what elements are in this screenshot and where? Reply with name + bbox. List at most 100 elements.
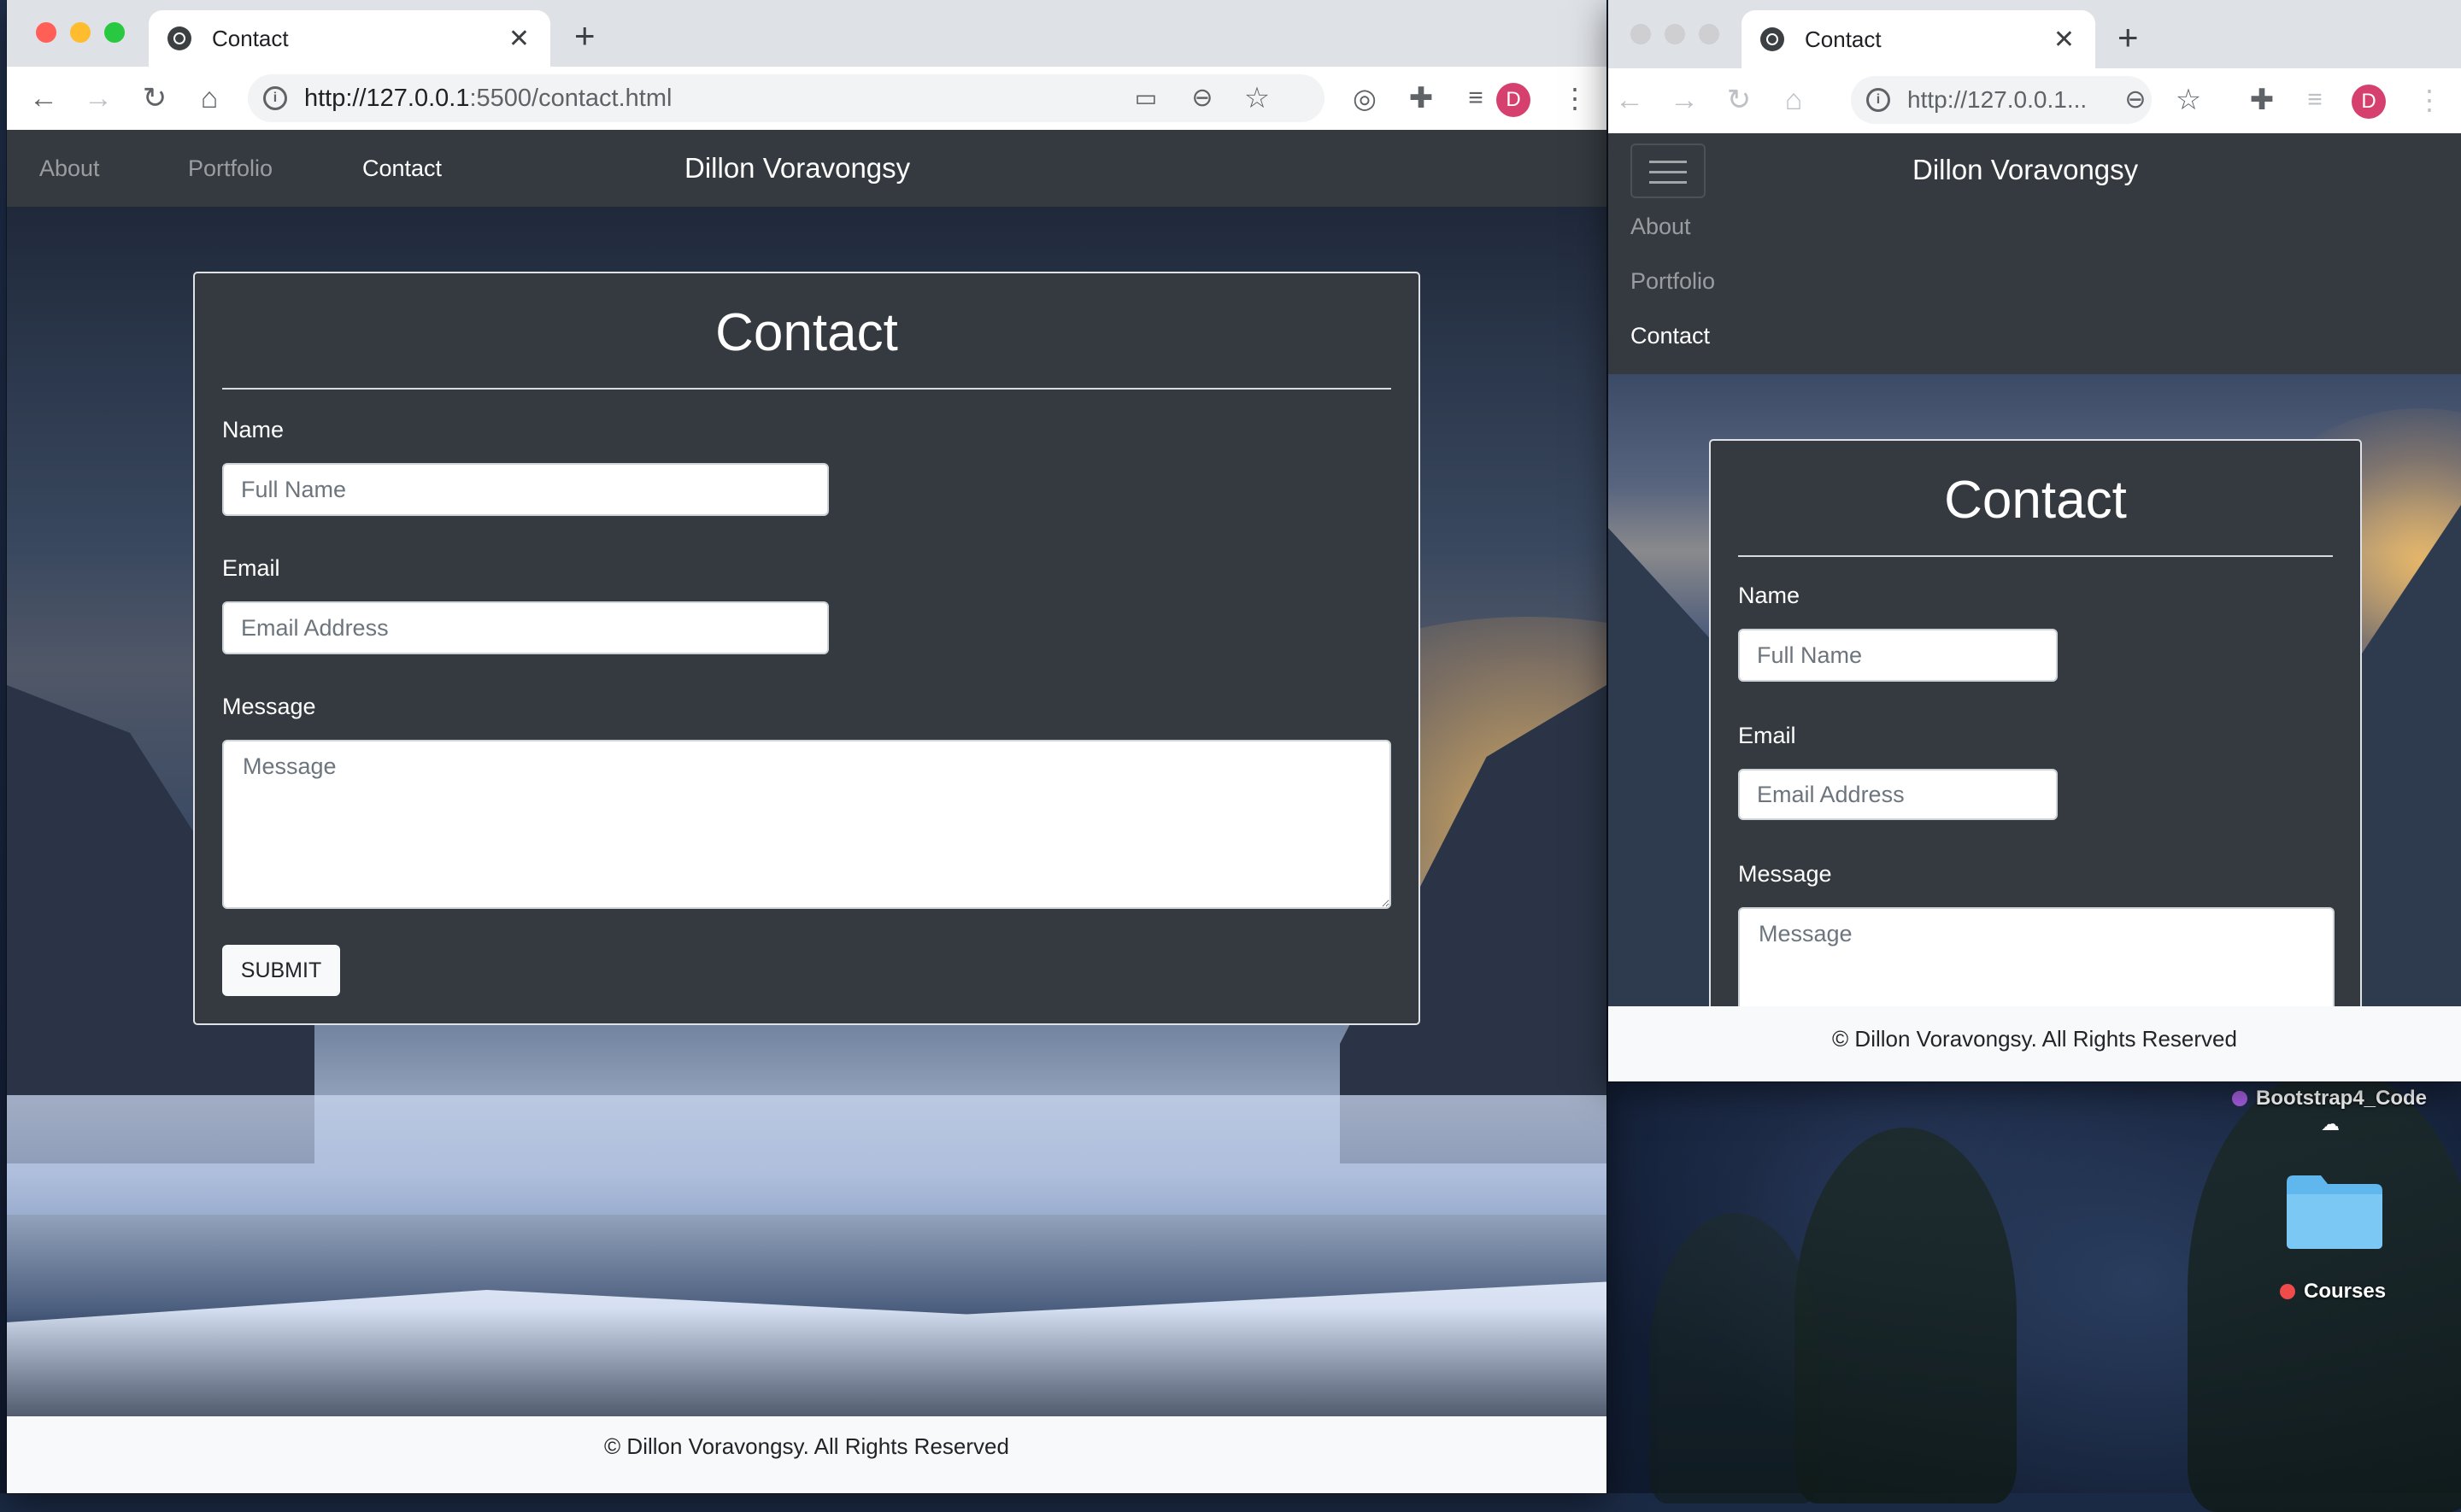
tab-title: Contact xyxy=(1805,26,1882,52)
browser-tab[interactable]: Contact ✕ xyxy=(149,10,550,67)
puzzle-icon[interactable]: ✚ xyxy=(2244,82,2280,118)
close-window-button[interactable] xyxy=(36,22,56,43)
browser-toolbar: ← → ↻ ⌂ i http://127.0.0.1... ⊖ ☆ ✚ ≡ D … xyxy=(1608,68,2461,134)
footer-text: © Dillon Voravongsy. All Rights Reserved xyxy=(1832,1026,2237,1052)
back-icon[interactable]: ← xyxy=(26,80,62,116)
forward-icon[interactable]: → xyxy=(80,80,116,116)
navbar: About Portfolio Contact Dillon Voravongs… xyxy=(7,130,1606,207)
maximize-window-button[interactable] xyxy=(1699,24,1719,44)
minimize-window-button[interactable] xyxy=(70,22,91,43)
navbar-brand[interactable]: Dillon Voravongsy xyxy=(1912,154,2138,186)
home-icon[interactable]: ⌂ xyxy=(191,80,227,116)
info-icon[interactable]: i xyxy=(263,86,287,110)
minimize-window-button[interactable] xyxy=(1665,24,1685,44)
browser-toolbar: ← → ↻ ⌂ i http://127.0.0.1:5500/contact.… xyxy=(7,67,1606,131)
nav-about[interactable]: About xyxy=(39,155,100,182)
name-label: Name xyxy=(1738,583,1800,608)
page-title: Contact xyxy=(715,303,898,362)
desktop-item-courses[interactable]: Courses xyxy=(2280,1280,2386,1304)
footer: © Dillon Voravongsy. All Rights Reserved xyxy=(1608,1006,2461,1081)
folder-icon[interactable] xyxy=(2283,1170,2386,1252)
nav-contact[interactable]: Contact xyxy=(1630,323,1710,349)
globe-icon xyxy=(1760,27,1784,51)
navbar-brand[interactable]: Dillon Voravongsy xyxy=(684,152,910,185)
desktop-tree xyxy=(1794,1128,2017,1503)
browser-tab[interactable]: Contact ✕ xyxy=(1741,10,2095,68)
url-host: http://127.0.0.1 xyxy=(304,84,470,112)
tree-line xyxy=(7,1309,1606,1416)
nav-contact[interactable]: Contact xyxy=(362,155,442,182)
nav-portfolio[interactable]: Portfolio xyxy=(188,155,273,182)
nav-portfolio[interactable]: Portfolio xyxy=(1630,268,1715,295)
plus-icon[interactable]: + xyxy=(2117,17,2139,58)
extension-icon[interactable]: ◎ xyxy=(1347,80,1383,116)
reload-icon[interactable]: ↻ xyxy=(137,80,173,116)
contact-card: Contact Name Email Message SUBMIT xyxy=(193,272,1420,1025)
contact-card: Contact Name Email Message xyxy=(1709,439,2362,1076)
purple-tag-icon xyxy=(2232,1091,2247,1106)
back-icon[interactable]: ← xyxy=(1612,82,1648,118)
name-input[interactable] xyxy=(1738,629,2058,682)
name-label: Name xyxy=(222,417,285,442)
star-icon[interactable]: ☆ xyxy=(1239,80,1275,116)
avatar[interactable]: D xyxy=(2352,85,2386,119)
puzzle-icon[interactable]: ✚ xyxy=(1403,80,1439,116)
navbar: Dillon Voravongsy About Portfolio Contac… xyxy=(1608,133,2461,374)
footer: © Dillon Voravongsy. All Rights Reserved xyxy=(7,1416,1606,1493)
reload-icon[interactable]: ↻ xyxy=(1721,82,1757,118)
email-label: Email xyxy=(222,555,280,581)
snow-valley xyxy=(7,1095,1606,1215)
maximize-window-button[interactable] xyxy=(104,22,125,43)
url-path: :5500/contact.html xyxy=(469,84,673,112)
page-title: Contact xyxy=(1944,471,2127,530)
zoom-icon[interactable]: ⊖ xyxy=(2117,82,2153,118)
desktop-item-label: Bootstrap4_Code xyxy=(2256,1087,2428,1110)
info-icon[interactable]: i xyxy=(1866,88,1890,112)
footer-text: © Dillon Voravongsy. All Rights Reserved xyxy=(604,1433,1009,1459)
globe-icon xyxy=(167,26,191,50)
media-icon[interactable]: ≡ xyxy=(1458,80,1494,116)
page-viewport: About Portfolio Contact Dillon Voravongs… xyxy=(7,130,1606,1493)
desktop-item-bootstrap4-code[interactable]: Bootstrap4_Code xyxy=(2232,1087,2427,1111)
nav-about[interactable]: About xyxy=(1630,214,1691,240)
page-viewport: Dillon Voravongsy About Portfolio Contac… xyxy=(1608,133,2461,1081)
zoom-icon[interactable]: ⊖ xyxy=(1184,80,1220,116)
message-textarea[interactable] xyxy=(222,740,1391,909)
tab-title: Contact xyxy=(212,25,289,51)
tab-bar: Contact ✕ + xyxy=(7,0,1606,67)
close-icon[interactable]: ✕ xyxy=(508,24,530,54)
hamburger-icon[interactable] xyxy=(1630,144,1706,198)
address-bar[interactable]: i http://127.0.0.1:5500/contact.html ▭ ⊖… xyxy=(248,74,1324,122)
browser-window-small: Contact ✕ + ← → ↻ ⌂ i http://127.0.0.1..… xyxy=(1608,0,2461,1081)
media-icon[interactable]: ≡ xyxy=(2297,82,2333,118)
menu-dots-icon[interactable]: ⋮ xyxy=(1557,80,1593,116)
submit-button[interactable]: SUBMIT xyxy=(222,945,340,996)
avatar[interactable]: D xyxy=(1496,83,1530,117)
url-text: http://127.0.0.1:5500/contact.html xyxy=(304,85,672,113)
cast-icon[interactable]: ▭ xyxy=(1128,80,1164,116)
browser-window-main: Contact ✕ + ← → ↻ ⌂ i http://127.0.0.1:5… xyxy=(7,0,1606,1493)
close-window-button[interactable] xyxy=(1630,24,1651,44)
window-controls xyxy=(36,22,125,43)
star-icon[interactable]: ☆ xyxy=(2170,82,2206,118)
address-bar[interactable]: i http://127.0.0.1... xyxy=(1851,76,2152,124)
message-label: Message xyxy=(1738,861,1832,887)
menu-dots-icon[interactable]: ⋮ xyxy=(2411,82,2447,118)
plus-icon[interactable]: + xyxy=(574,15,596,56)
red-tag-icon xyxy=(2280,1284,2295,1299)
email-label: Email xyxy=(1738,723,1796,748)
url-text: http://127.0.0.1... xyxy=(1907,86,2088,113)
close-icon[interactable]: ✕ xyxy=(2053,25,2075,55)
desktop-tree xyxy=(1649,1213,1820,1503)
window-controls xyxy=(1630,24,1719,44)
email-input[interactable] xyxy=(222,601,829,654)
tab-bar: Contact ✕ + xyxy=(1608,0,2461,68)
desktop-item-label: Courses xyxy=(2304,1280,2387,1303)
divider xyxy=(222,388,1391,390)
home-icon[interactable]: ⌂ xyxy=(1776,82,1812,118)
message-label: Message xyxy=(222,694,316,719)
name-input[interactable] xyxy=(222,463,829,516)
divider xyxy=(1738,555,2333,557)
forward-icon[interactable]: → xyxy=(1666,82,1702,118)
email-input[interactable] xyxy=(1738,769,2058,820)
